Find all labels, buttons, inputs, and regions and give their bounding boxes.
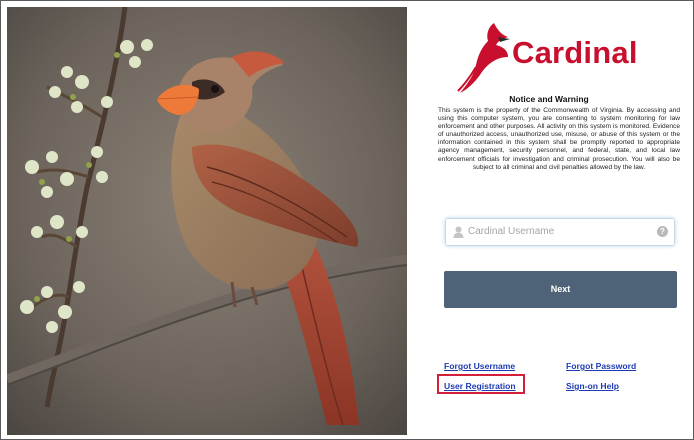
user-registration-link[interactable]: User Registration xyxy=(444,381,516,391)
notice-body: This system is the property of the Commo… xyxy=(438,107,680,171)
cardinal-bird-photo xyxy=(7,7,407,435)
username-field[interactable]: ? xyxy=(445,218,675,246)
help-icon[interactable]: ? xyxy=(657,226,668,237)
login-page-frame: Cardinal Notice and Warning This system … xyxy=(0,0,694,440)
next-button[interactable]: Next xyxy=(444,271,677,308)
cardinal-bird-logo-icon xyxy=(457,23,510,93)
signon-help-link[interactable]: Sign-on Help xyxy=(566,381,619,391)
forgot-username-link[interactable]: Forgot Username xyxy=(444,361,515,371)
brand-name: Cardinal xyxy=(512,35,638,70)
user-icon xyxy=(453,226,464,238)
forgot-password-link[interactable]: Forgot Password xyxy=(566,361,636,371)
login-panel: Cardinal Notice and Warning This system … xyxy=(408,7,690,435)
notice-title: Notice and Warning xyxy=(509,94,589,104)
username-input[interactable] xyxy=(468,223,648,240)
cardinal-logo: Cardinal xyxy=(456,17,666,95)
